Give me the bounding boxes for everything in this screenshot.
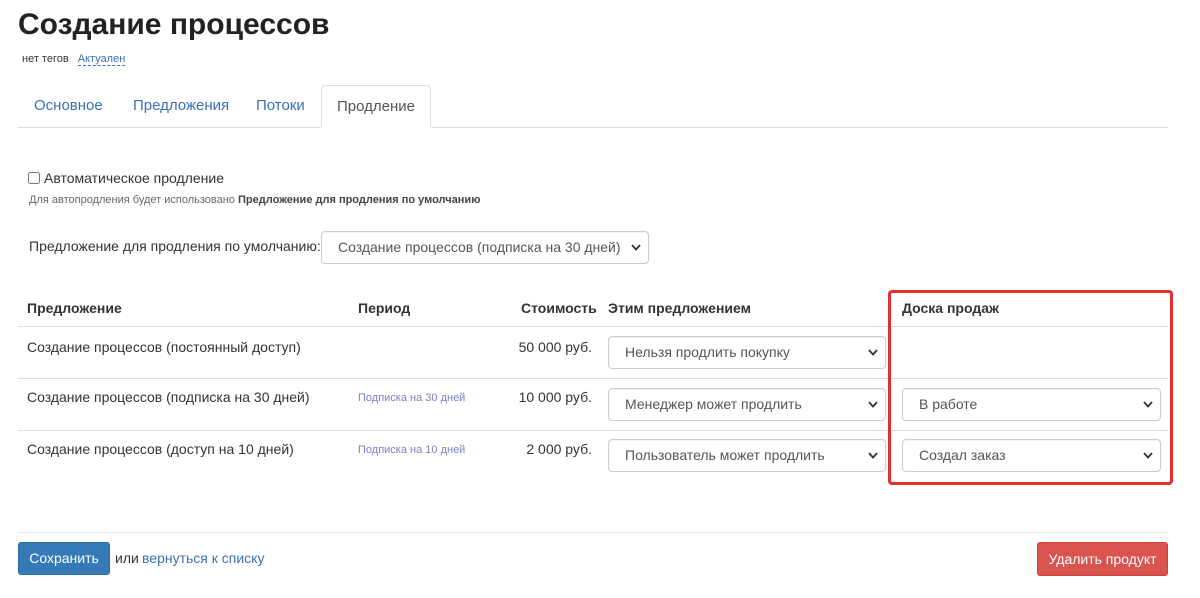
tab-offers[interactable]: Предложения xyxy=(117,85,245,126)
page-title: Создание процессов xyxy=(18,8,330,41)
row-action-select[interactable]: Нельзя продлить покупку xyxy=(608,336,886,369)
footer-divider xyxy=(18,532,1168,533)
chevron-down-icon xyxy=(631,244,641,251)
chevron-down-icon xyxy=(868,349,878,356)
row-period-link[interactable]: Подписка на 30 дней xyxy=(358,392,465,404)
row-price: 2 000 руб. xyxy=(526,441,592,457)
row-action-select[interactable]: Пользователь может продлить xyxy=(608,439,886,472)
auto-renewal-row[interactable]: Автоматическое продление xyxy=(28,170,224,186)
header-offer: Предложение xyxy=(27,300,122,316)
default-offer-value: Создание процессов (подписка на 30 дней) xyxy=(338,239,621,255)
auto-renewal-label: Автоматическое продление xyxy=(44,170,224,186)
row-period-link[interactable]: Подписка на 10 дней xyxy=(358,444,465,456)
chevron-down-icon xyxy=(868,401,878,408)
help-text: Для автопродления будет использовано xyxy=(29,194,235,206)
tab-main[interactable]: Основное xyxy=(18,85,119,126)
tab-bar: Основное Предложения Потоки Продление xyxy=(18,85,1168,128)
header-period: Период xyxy=(358,300,411,316)
row-action-value: Менеджер может продлить xyxy=(625,396,802,412)
chevron-down-icon xyxy=(868,452,878,459)
save-button[interactable]: Сохранить xyxy=(18,542,110,575)
tab-streams[interactable]: Потоки xyxy=(240,85,321,126)
row-price: 10 000 руб. xyxy=(518,389,592,405)
tab-renewal[interactable]: Продление xyxy=(321,85,431,128)
tags-label: нет тегов xyxy=(22,53,69,65)
default-offer-label: Предложение для продления по умолчанию: xyxy=(29,238,321,254)
back-to-list-link[interactable]: вернуться к списку xyxy=(142,550,264,566)
sales-board-highlight xyxy=(888,290,1173,485)
row-action-value: Нельзя продлить покупку xyxy=(625,344,790,360)
auto-renewal-checkbox[interactable] xyxy=(28,172,40,184)
row-action-select[interactable]: Менеджер может продлить xyxy=(608,388,886,421)
delete-product-button[interactable]: Удалить продукт xyxy=(1037,542,1168,576)
row-action-value: Пользователь может продлить xyxy=(625,447,825,463)
header-price: Стоимость xyxy=(521,300,597,316)
or-text: или xyxy=(115,550,139,566)
row-offer-name: Создание процессов (доступ на 10 дней) xyxy=(27,441,294,457)
auto-renewal-help: Для автопродления будет использовано Пре… xyxy=(29,194,481,206)
row-offer-name: Создание процессов (подписка на 30 дней) xyxy=(27,389,310,405)
status-link[interactable]: Актуален xyxy=(77,53,126,66)
default-offer-select[interactable]: Создание процессов (подписка на 30 дней) xyxy=(321,231,649,264)
row-price: 50 000 руб. xyxy=(518,339,592,355)
help-bold-text: Предложение для продления по умолчанию xyxy=(238,194,481,206)
row-offer-name: Создание процессов (постоянный доступ) xyxy=(27,339,301,355)
product-meta: нет тегов Актуален xyxy=(22,53,126,66)
header-action: Этим предложением xyxy=(608,300,751,316)
